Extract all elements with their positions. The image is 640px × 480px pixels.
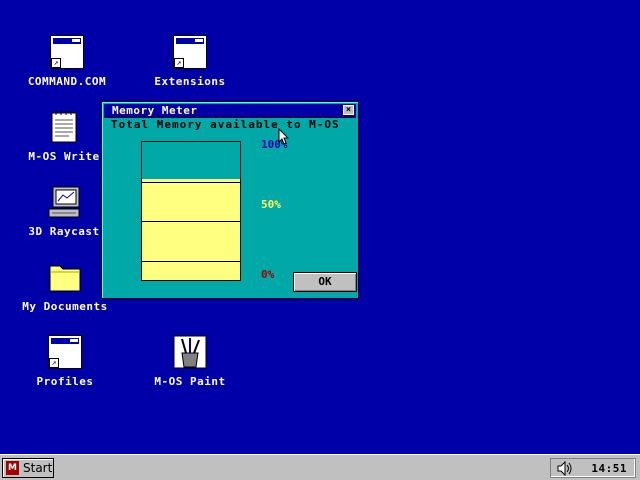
close-icon: × <box>345 105 352 115</box>
notepad-icon <box>47 110 81 144</box>
meter-gridline <box>142 182 240 183</box>
desktop-icon-profiles[interactable]: ↗ Profiles <box>15 335 115 388</box>
memory-available-fill <box>142 179 240 280</box>
desktop-icon-label: Profiles <box>36 375 94 388</box>
desktop-icon-command-com[interactable]: ↗ COMMAND.COM <box>17 35 117 88</box>
taskbar: M Start 14:51 <box>0 454 640 480</box>
start-label: Start <box>23 461 53 475</box>
ok-button[interactable]: OK <box>293 272 357 292</box>
dialog-subtitle: Total Memory available to M-OS <box>111 118 340 131</box>
meter-gridline <box>142 221 240 222</box>
speaker-icon[interactable] <box>557 461 573 476</box>
desktop-icon-m-os-paint[interactable]: M-OS Paint <box>140 335 240 388</box>
meter-gridline <box>142 261 240 262</box>
desktop-icon-extensions[interactable]: ↗ Extensions <box>140 35 240 88</box>
desktop-icon-label: My Documents <box>22 300 108 313</box>
desktop-icon-label: 3D Raycast <box>28 225 100 238</box>
label-0-percent: 0% <box>261 268 275 281</box>
label-50-percent: 50% <box>261 198 281 211</box>
memory-meter-dialog: Memory Meter × Total Memory available to… <box>101 101 359 299</box>
computer-icon <box>47 185 81 219</box>
system-tray: 14:51 <box>550 458 636 478</box>
desktop-icon-3d-raycast[interactable]: 3D Raycast <box>14 185 114 238</box>
memory-meter-bar <box>141 141 241 281</box>
window-shortcut-icon: ↗ <box>48 335 82 369</box>
folder-icon <box>48 260 82 294</box>
desktop-icon-label: COMMAND.COM <box>27 75 107 88</box>
window-shortcut-icon: ↗ <box>173 35 207 69</box>
paint-brushes-icon <box>173 335 207 369</box>
dialog-titlebar[interactable]: Memory Meter × <box>104 104 356 118</box>
desktop-icon-label: M-OS Paint <box>154 375 226 388</box>
desktop-icon-label: Extensions <box>154 75 226 88</box>
window-shortcut-icon: ↗ <box>50 35 84 69</box>
close-button[interactable]: × <box>343 105 354 115</box>
clock: 14:51 <box>591 462 627 475</box>
desktop-icon-m-os-write[interactable]: M-OS Write <box>14 110 114 163</box>
desktop-icon-my-documents[interactable]: My Documents <box>15 260 115 313</box>
start-button[interactable]: M Start <box>2 458 54 478</box>
desktop-icon-label: M-OS Write <box>28 150 100 163</box>
dialog-title: Memory Meter <box>112 104 198 117</box>
m-os-logo-icon: M <box>6 461 19 475</box>
mouse-cursor-icon <box>278 128 290 145</box>
